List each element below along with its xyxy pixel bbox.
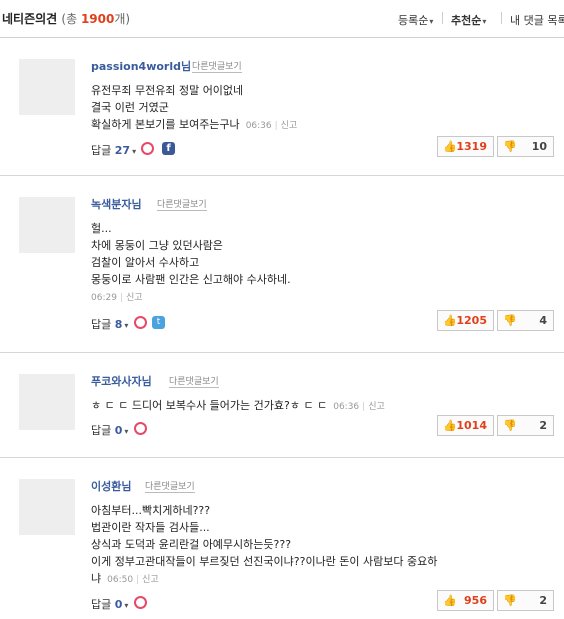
thumbs-up-icon: 👍: [443, 140, 457, 153]
report-link[interactable]: 신고: [126, 293, 143, 303]
reply-button[interactable]: 답글 8 ▾: [91, 316, 128, 332]
divider: [501, 12, 502, 24]
other-comments-link[interactable]: 다른댓글보기: [192, 59, 242, 73]
comment-count: (총 1900개): [61, 12, 131, 26]
other-comments-link[interactable]: 다른댓글보기: [145, 479, 195, 493]
comment-body: ㅎ ㄷ ㄷ 드디어 보복수사 들어가는 건가효?ㅎ ㄷ ㄷ 06:36 | 신고: [91, 399, 385, 412]
chevron-down-icon: ▾: [429, 17, 434, 26]
thumbs-down-icon: 👎: [503, 419, 517, 432]
thumbs-down-icon: 👎: [503, 594, 517, 607]
upvote-count: 1319: [456, 140, 487, 153]
comment-time: 06:36: [245, 121, 272, 131]
comment-item: 푸코와사자님 다른댓글보기 ㅎ ㄷ ㄷ 드디어 보복수사 들어가는 건가효?ㅎ …: [0, 354, 564, 458]
reply-button[interactable]: 답글 0 ▾: [91, 422, 128, 438]
comment-body: 아침부터...빡치게하네??? 법관이란 작자들 검사들... 상식과 도덕과 …: [91, 504, 438, 585]
comments-header: 네티즌의견 (총 1900개) 등록순▾ 추천순▾ 내 댓글 목록: [0, 0, 564, 38]
comment-author[interactable]: 푸코와사자님: [91, 373, 152, 389]
other-comments-link[interactable]: 다른댓글보기: [157, 197, 207, 211]
report-link[interactable]: 신고: [142, 575, 159, 585]
thumbs-down-icon: 👎: [503, 314, 517, 327]
reply-count: 8: [114, 318, 123, 331]
comments-title: 네티즌의견 (총 1900개): [2, 10, 130, 27]
comment-body: 헐... 차에 몽둥이 그냥 있던사람은 검찰이 알아서 수사하고 몽둥이로 사…: [91, 222, 291, 303]
comment-time: 06:29: [91, 293, 117, 303]
thumbs-up-icon: 👍: [443, 594, 457, 607]
chevron-down-icon: ▾: [132, 147, 137, 156]
other-comments-link[interactable]: 다른댓글보기: [169, 374, 219, 388]
upvote-button[interactable]: 👍 956: [437, 590, 494, 611]
divider: [442, 12, 443, 24]
downvote-count: 4: [539, 314, 547, 327]
comment-item: 녹색분자님 다른댓글보기 헐... 차에 몽둥이 그냥 있던사람은 검찰이 알아…: [0, 177, 564, 353]
reply-button[interactable]: 답글 0 ▾: [91, 596, 128, 612]
downvote-button[interactable]: 👎 2: [497, 415, 554, 436]
avatar: [19, 374, 75, 430]
downvote-button[interactable]: 👎 4: [497, 310, 554, 331]
upvote-button[interactable]: 👍 1319: [437, 136, 494, 157]
sort-registered-button[interactable]: 등록순▾: [398, 12, 433, 28]
downvote-count: 2: [539, 419, 547, 432]
twitter-icon[interactable]: t: [152, 316, 165, 329]
upvote-count: 956: [464, 594, 487, 607]
comment-time: 06:36: [333, 402, 360, 412]
comment-author[interactable]: passion4world님: [91, 58, 191, 74]
comment-item: 이성환님 다른댓글보기 아침부터...빡치게하네??? 법관이란 작자들 검사들…: [0, 459, 564, 619]
downvote-count: 10: [531, 140, 547, 153]
comment-time: 06:50: [107, 575, 134, 585]
mypeople-share-icon[interactable]: [134, 596, 147, 609]
my-comments-link[interactable]: 내 댓글 목록: [510, 12, 564, 28]
thumbs-down-icon: 👎: [503, 140, 517, 153]
comment-item: passion4world님 다른댓글보기 유전무죄 무전유죄 정말 어이없네 …: [0, 39, 564, 176]
comment-author[interactable]: 녹색분자님: [91, 196, 142, 212]
downvote-count: 2: [539, 594, 547, 607]
mypeople-share-icon[interactable]: [134, 316, 147, 329]
mypeople-share-icon[interactable]: [141, 142, 154, 155]
downvote-button[interactable]: 👎 10: [497, 136, 554, 157]
comment-author[interactable]: 이성환님: [91, 478, 131, 494]
chevron-down-icon: ▾: [124, 321, 129, 330]
avatar: [19, 197, 75, 253]
comment-body: 유전무죄 무전유죄 정말 어이없네 결국 이런 거였군 확실하게 본보기를 보여…: [91, 84, 298, 131]
facebook-icon[interactable]: f: [162, 142, 175, 155]
chevron-down-icon: ▾: [482, 17, 487, 26]
reply-count: 0: [114, 598, 123, 611]
sort-recommended-button[interactable]: 추천순▾: [451, 12, 486, 28]
chevron-down-icon: ▾: [124, 427, 129, 436]
report-link[interactable]: 신고: [281, 121, 298, 131]
avatar: [19, 479, 75, 535]
upvote-count: 1205: [456, 314, 487, 327]
report-link[interactable]: 신고: [368, 402, 385, 412]
upvote-count: 1014: [456, 419, 487, 432]
reply-button[interactable]: 답글 27 ▾: [91, 142, 136, 158]
avatar: [19, 59, 75, 115]
upvote-button[interactable]: 👍 1205: [437, 310, 494, 331]
thumbs-up-icon: 👍: [443, 419, 457, 432]
downvote-button[interactable]: 👎 2: [497, 590, 554, 611]
chevron-down-icon: ▾: [124, 601, 129, 610]
thumbs-up-icon: 👍: [443, 314, 457, 327]
upvote-button[interactable]: 👍 1014: [437, 415, 494, 436]
mypeople-share-icon[interactable]: [134, 422, 147, 435]
reply-count: 27: [114, 144, 131, 157]
reply-count: 0: [114, 424, 123, 437]
comments-title-label: 네티즌의견: [2, 12, 58, 26]
